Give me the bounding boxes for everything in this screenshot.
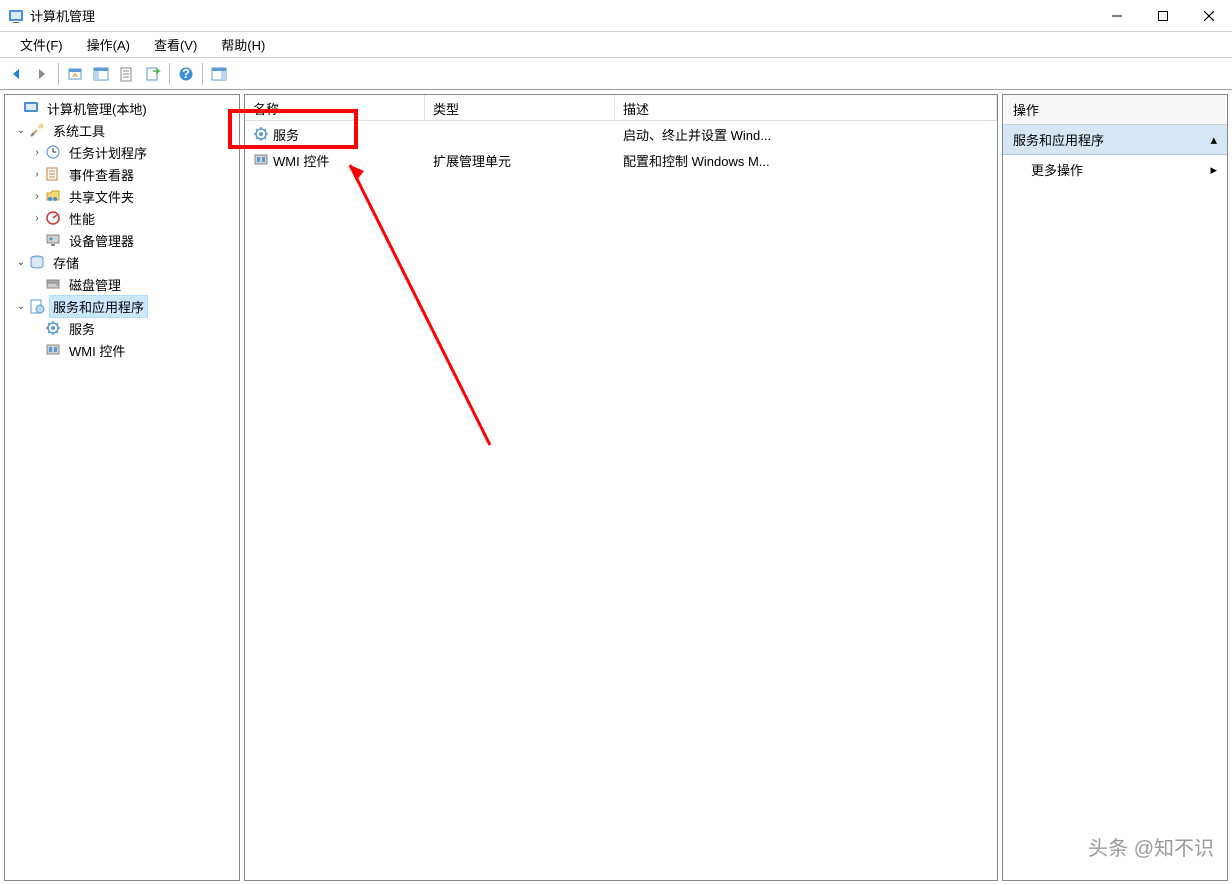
show-hide-action-pane-button[interactable] <box>207 62 231 86</box>
actions-more[interactable]: 更多操作 ▸ <box>1003 155 1227 184</box>
list-row-wmi[interactable]: WMI 控件 扩展管理单元 配置和控制 Windows M... <box>245 147 997 173</box>
actions-section[interactable]: 服务和应用程序 ▴ <box>1003 125 1227 155</box>
tree-root[interactable]: 计算机管理(本地) <box>5 97 239 119</box>
cell-desc: 配置和控制 Windows M... <box>623 151 770 170</box>
content-list: 名称 类型 描述 服务 启动、终止并设置 Wind... WMI 控件 扩展管理… <box>244 94 998 881</box>
export-list-button[interactable] <box>141 62 165 86</box>
toolbar-separator <box>169 63 170 85</box>
show-hide-tree-button[interactable] <box>89 62 113 86</box>
cell-type: 扩展管理单元 <box>433 151 511 170</box>
event-viewer-icon <box>45 166 61 182</box>
expand-icon[interactable]: › <box>29 147 45 158</box>
tree-label: WMI 控件 <box>65 339 129 362</box>
shared-folder-icon <box>45 188 61 204</box>
tree-label: 性能 <box>65 207 99 230</box>
collapse-icon[interactable]: ⌄ <box>13 257 29 268</box>
tree-services[interactable]: 服务 <box>5 317 239 339</box>
tree-wmi[interactable]: WMI 控件 <box>5 339 239 361</box>
tree-task-scheduler[interactable]: › 任务计划程序 <box>5 141 239 163</box>
tree-device-manager[interactable]: 设备管理器 <box>5 229 239 251</box>
services-apps-icon <box>29 298 45 314</box>
storage-icon <box>29 254 45 270</box>
tree-system-tools[interactable]: ⌄ 系统工具 <box>5 119 239 141</box>
window-title: 计算机管理 <box>30 6 1094 25</box>
tree-storage[interactable]: ⌄ 存储 <box>5 251 239 273</box>
minimize-button[interactable] <box>1094 0 1140 32</box>
tree-label: 系统工具 <box>49 119 109 142</box>
tree-label: 共享文件夹 <box>65 185 138 208</box>
tree-label: 事件查看器 <box>65 163 138 186</box>
disk-icon <box>45 276 61 292</box>
expand-icon[interactable]: › <box>29 213 45 224</box>
wmi-icon <box>45 342 61 358</box>
menu-action[interactable]: 操作(A) <box>75 32 142 57</box>
expand-icon[interactable]: › <box>29 191 45 202</box>
tree-label: 存储 <box>49 251 83 274</box>
cell-desc: 启动、终止并设置 Wind... <box>623 125 771 144</box>
tree-label: 设备管理器 <box>65 229 138 252</box>
column-type[interactable]: 类型 <box>425 95 615 120</box>
collapse-icon[interactable]: ⌄ <box>13 301 29 312</box>
wmi-icon <box>253 152 269 168</box>
properties-button[interactable] <box>115 62 139 86</box>
collapse-up-icon: ▴ <box>1210 132 1217 148</box>
actions-header: 操作 <box>1003 95 1227 125</box>
list-header: 名称 类型 描述 <box>245 95 997 121</box>
services-icon <box>253 126 269 142</box>
cell-name: WMI 控件 <box>273 151 329 170</box>
menu-help[interactable]: 帮助(H) <box>209 32 277 57</box>
services-icon <box>45 320 61 336</box>
navigation-tree[interactable]: 计算机管理(本地) ⌄ 系统工具 › 任务计划程序 › 事件查看器 › 共享文件… <box>4 94 240 881</box>
actions-section-label: 服务和应用程序 <box>1013 130 1104 149</box>
expand-icon[interactable]: › <box>29 169 45 180</box>
collapse-icon[interactable]: ⌄ <box>13 125 29 136</box>
back-button[interactable] <box>4 62 28 86</box>
toolbar: ? <box>0 58 1232 90</box>
menu-view[interactable]: 查看(V) <box>142 32 209 57</box>
annotation-arrow <box>340 155 500 455</box>
column-desc[interactable]: 描述 <box>615 95 997 120</box>
tree-label: 任务计划程序 <box>65 141 151 164</box>
cell-name: 服务 <box>273 125 299 144</box>
actions-more-label: 更多操作 <box>1031 160 1083 179</box>
toolbar-separator <box>58 63 59 85</box>
tree-disk-management[interactable]: 磁盘管理 <box>5 273 239 295</box>
tree-event-viewer[interactable]: › 事件查看器 <box>5 163 239 185</box>
tree-performance[interactable]: › 性能 <box>5 207 239 229</box>
performance-icon <box>45 210 61 226</box>
chevron-right-icon: ▸ <box>1210 162 1217 178</box>
column-name[interactable]: 名称 <box>245 95 425 120</box>
device-manager-icon <box>45 232 61 248</box>
tree-label: 磁盘管理 <box>65 273 125 296</box>
tools-icon <box>29 122 45 138</box>
tree-label: 服务 <box>65 317 99 340</box>
toolbar-separator <box>202 63 203 85</box>
help-button[interactable]: ? <box>174 62 198 86</box>
list-row-services[interactable]: 服务 启动、终止并设置 Wind... <box>245 121 997 147</box>
tree-shared-folders[interactable]: › 共享文件夹 <box>5 185 239 207</box>
clock-icon <box>45 144 61 160</box>
tree-label: 计算机管理(本地) <box>43 97 151 120</box>
svg-text:?: ? <box>182 66 190 81</box>
computer-management-icon <box>23 100 39 116</box>
up-button[interactable] <box>63 62 87 86</box>
actions-pane: 操作 服务和应用程序 ▴ 更多操作 ▸ <box>1002 94 1228 881</box>
tree-label: 服务和应用程序 <box>49 295 148 318</box>
menu-file[interactable]: 文件(F) <box>8 32 75 57</box>
forward-button[interactable] <box>30 62 54 86</box>
maximize-button[interactable] <box>1140 0 1186 32</box>
watermark-text: 头条 @知不识 <box>1088 832 1214 861</box>
tree-services-apps[interactable]: ⌄ 服务和应用程序 <box>5 295 239 317</box>
menu-bar: 文件(F) 操作(A) 查看(V) 帮助(H) <box>0 32 1232 58</box>
app-icon <box>8 8 24 24</box>
close-button[interactable] <box>1186 0 1232 32</box>
